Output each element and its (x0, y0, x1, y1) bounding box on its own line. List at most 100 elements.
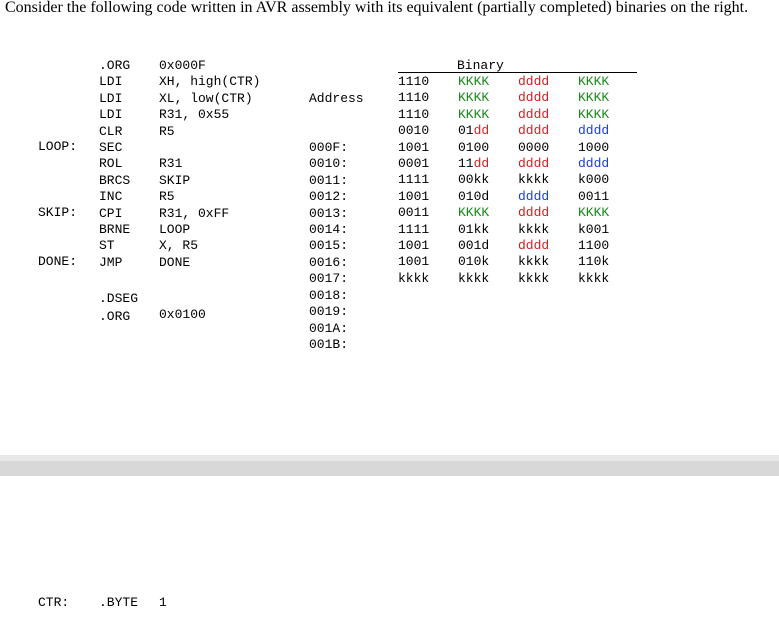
label-loop: LOOP: (38, 139, 78, 154)
mnemonic: CLR (99, 123, 123, 139)
binary-nibble: kkkk (458, 270, 490, 286)
binary-nibble: KKKK (578, 106, 610, 122)
binary-nibble: kkkk (518, 221, 550, 237)
binary-nibble: kkkk (518, 172, 550, 188)
address: 0016: (309, 254, 349, 270)
binary-nibble: 0011 (578, 188, 610, 204)
ctr-label: CTR: (38, 595, 70, 610)
operand: R5 (159, 123, 175, 139)
binary-nibble: 010k (458, 254, 490, 270)
binary-nibble: 11dd (458, 155, 490, 171)
binary-nibble: 1110 (398, 74, 430, 89)
mnemonic: .ORG (99, 58, 131, 73)
binary-nibble: dddd (518, 188, 550, 204)
binary-row: 1110 KKKK dddd KKKK (398, 107, 638, 123)
address: 0019: (309, 304, 349, 320)
operand: SKIP (159, 172, 191, 188)
binary-row: 1110 KKKK dddd KKKK (398, 90, 638, 106)
address: 000F: (309, 140, 349, 156)
binary-nibble: 1000 (578, 139, 610, 155)
binary-nibble: k000 (578, 172, 610, 188)
label-done: DONE: (38, 254, 78, 269)
binary-nibble: 01dd (458, 123, 490, 139)
binary-nibble: kkkk (398, 270, 430, 286)
operand: LOOP (159, 222, 191, 238)
binary-nibble: 0001 (398, 155, 430, 171)
binary-row: 1001 010d dddd 0011 (398, 189, 638, 205)
binary-nibble: 1111 (398, 172, 430, 188)
binary-nibble: dddd (518, 74, 550, 89)
binary-nibble: k001 (578, 221, 610, 237)
binary-nibble: KKKK (458, 74, 490, 89)
binary-nibble: KKKK (578, 74, 610, 89)
binary-nibble: KKKK (578, 205, 610, 221)
mnemonic: LDI (99, 90, 123, 106)
operand: 0x000F (159, 58, 206, 73)
address: 0012: (309, 189, 349, 205)
binary-nibble: 1001 (398, 237, 430, 253)
binary-table: 1110 KKKK dddd KKKK 1110 KKKK dddd KKKK 1110 KKKK… (398, 74, 638, 287)
address-header: Address (309, 90, 364, 106)
binary-nibble: 0100 (458, 139, 490, 155)
operand (159, 140, 260, 156)
operand: X, R5 (159, 238, 199, 254)
operand: XL, low(CTR) (159, 90, 253, 106)
binary-nibble: 001d (458, 237, 490, 253)
question-text: Consider the following code written in A… (5, 0, 749, 16)
binary-nibble: KKKK (578, 90, 610, 106)
binary-nibble: 1100 (578, 237, 610, 253)
mnemonic: CPI (99, 205, 123, 221)
org-value: 0x0100 (159, 307, 206, 322)
binary-row: 0010 01dd dddd dddd (398, 123, 638, 139)
binary-nibble: dddd (578, 123, 610, 139)
address: 0015: (309, 238, 349, 254)
mnemonic: LDI (99, 74, 123, 90)
binary-nibble: dddd (518, 237, 550, 253)
dseg-block: .DSEG .ORG (99, 290, 138, 326)
binary-nibble: 1110 (398, 90, 430, 106)
binary-nibble: KKKK (458, 106, 490, 122)
binary-row: 1111 00kk kkkk k000 (398, 172, 638, 188)
binary-nibble: 1111 (398, 221, 430, 237)
address: 0014: (309, 222, 349, 238)
binary-nibble: dddd (578, 155, 610, 171)
mnemonic: JMP (99, 254, 123, 270)
mnemonic-column: .ORG LDI LDI LDI CLR SEC ROL BRCS INC CPI BRNE ST JM… (99, 58, 130, 271)
binary-row: 1001 010k kkkk 110k (398, 254, 638, 270)
address: 001B: (309, 336, 349, 352)
binary-nibble: 0010 (398, 123, 430, 139)
binary-row: 0001 11dd dddd dddd (398, 156, 638, 172)
binary-row: kkkk kkkk kkkk kkkk (398, 271, 638, 287)
binary-nibble: 110k (578, 254, 610, 270)
binary-row: 1001 0100 0000 1000 (398, 140, 638, 156)
address: 0017: (309, 271, 349, 287)
binary-nibble: 00kk (458, 172, 490, 188)
address: 0013: (309, 205, 349, 221)
binary-nibble: 1110 (398, 106, 430, 122)
binary-row: 1001 001d dddd 1100 (398, 238, 638, 254)
binary-nibble: KKKK (458, 205, 490, 221)
mnemonic: SEC (99, 140, 123, 156)
label-skip: SKIP: (38, 205, 78, 220)
binary-nibble: dddd (518, 155, 550, 171)
binary-nibble: dddd (518, 106, 550, 122)
binary-nibble: dddd (518, 123, 550, 139)
binary-nibble: 01kk (458, 221, 490, 237)
page-separator (0, 461, 779, 476)
binary-header-rule (398, 72, 637, 73)
address-column: Address 000F: 0010: 0011: 0012: 0013: 0014: 00… (309, 58, 364, 370)
address: 0011: (309, 172, 349, 188)
operand: R5 (159, 189, 175, 205)
ctr-value: 1 (159, 595, 167, 610)
ctr-directive: .BYTE (99, 595, 139, 610)
binary-nibble: KKKK (458, 90, 490, 106)
address: 0010: (309, 156, 349, 172)
binary-nibble: 1001 (398, 254, 430, 270)
operand: R31, 0xFF (159, 205, 230, 221)
binary-nibble: kkkk (518, 254, 550, 270)
binary-nibble: dddd (518, 205, 550, 221)
mnemonic: BRNE (99, 222, 131, 238)
binary-row: 1111 01kk kkkk k001 (398, 222, 638, 238)
binary-nibble: 0000 (518, 139, 550, 155)
address: 001A: (309, 320, 349, 336)
